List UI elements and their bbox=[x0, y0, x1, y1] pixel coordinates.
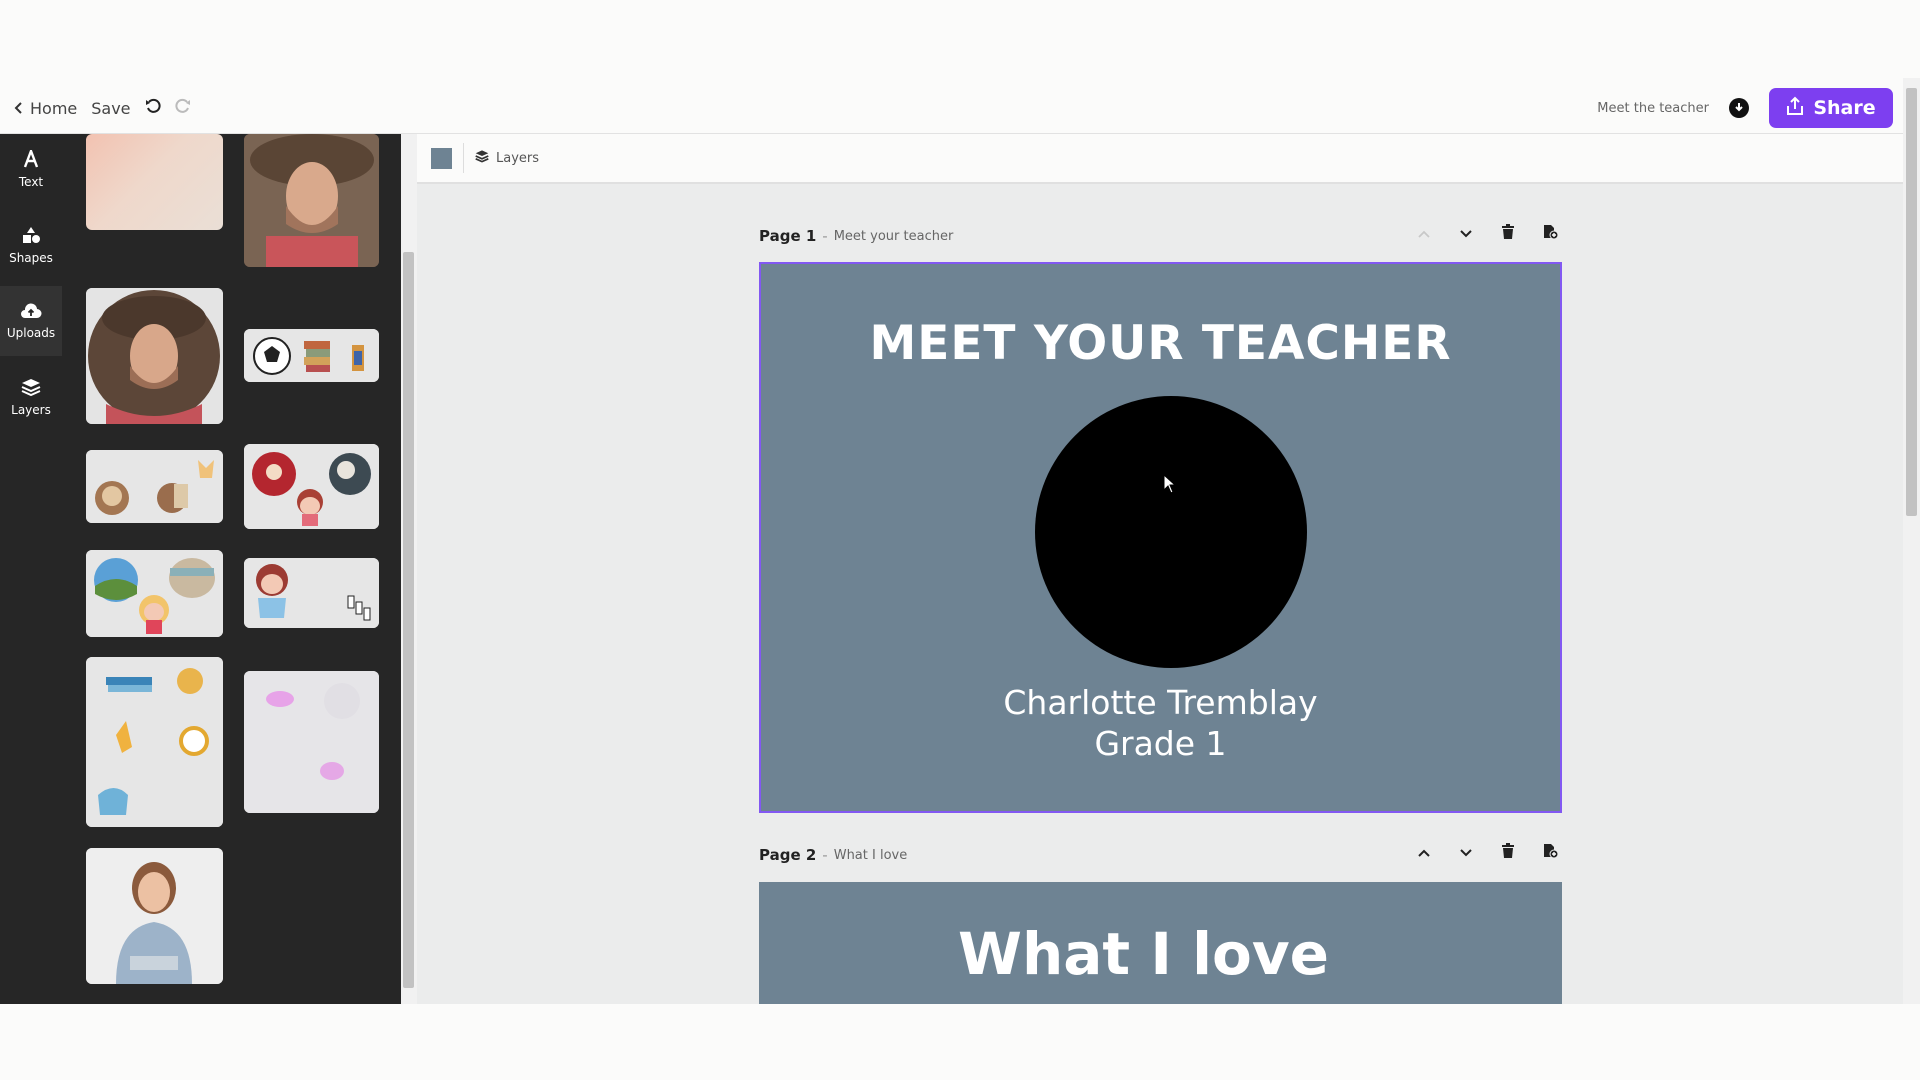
duplicate-page-button[interactable] bbox=[1541, 843, 1559, 861]
move-down-button[interactable] bbox=[1457, 224, 1475, 242]
page-title[interactable]: MEET YOUR TEACHER bbox=[761, 316, 1560, 371]
rail-label: Layers bbox=[11, 402, 51, 417]
top-toolbar: Home Save Meet the teacher Share bbox=[0, 82, 1920, 134]
background-color-swatch[interactable] bbox=[431, 147, 452, 169]
move-up-button[interactable] bbox=[1415, 224, 1433, 242]
page-1-canvas[interactable]: MEET YOUR TEACHER Charlotte Tremblay Gra… bbox=[759, 262, 1562, 813]
page-number: Page 1 bbox=[759, 227, 817, 245]
page-subtitle[interactable]: What I love bbox=[834, 848, 908, 863]
share-button[interactable]: Share bbox=[1769, 88, 1893, 128]
download-icon bbox=[1733, 99, 1745, 118]
chevron-down-icon bbox=[1460, 843, 1472, 861]
delete-page-button[interactable] bbox=[1499, 842, 1517, 862]
man-with-hat-photo-thumbnail[interactable] bbox=[244, 134, 379, 267]
move-down-button[interactable] bbox=[1457, 843, 1475, 861]
trash-icon bbox=[1501, 842, 1515, 862]
page-1-header: Page 1 - Meet your teacher bbox=[759, 223, 1559, 248]
redo-icon bbox=[175, 98, 191, 118]
trash-icon bbox=[1501, 223, 1515, 243]
layers-label: Layers bbox=[496, 150, 540, 166]
uploads-panel bbox=[66, 134, 401, 1004]
rail-item-text[interactable]: Text bbox=[0, 134, 62, 204]
home-button[interactable]: Home bbox=[14, 99, 77, 118]
delete-page-button[interactable] bbox=[1499, 223, 1517, 243]
page-number: Page 2 bbox=[759, 846, 817, 864]
separator: - bbox=[822, 227, 828, 245]
rail-item-layers[interactable]: Layers bbox=[0, 362, 62, 432]
page-2-canvas[interactable]: What I love bbox=[759, 882, 1562, 1004]
chevron-left-icon bbox=[14, 99, 24, 118]
redo-button[interactable] bbox=[175, 98, 191, 118]
landscape-stickers-thumbnail[interactable] bbox=[86, 550, 223, 637]
editor-scrollbar-thumb[interactable] bbox=[1906, 88, 1917, 516]
toolbar-right: Meet the teacher Share bbox=[1597, 82, 1893, 134]
circle-portrait-thumbnail[interactable] bbox=[86, 288, 223, 424]
toolbar-left: Home Save bbox=[14, 82, 191, 134]
mouse-cursor-icon bbox=[1163, 473, 1177, 498]
page-2-header: Page 2 - What I love bbox=[759, 842, 1559, 867]
chevron-down-icon bbox=[1460, 224, 1472, 242]
editor-scrollbar[interactable] bbox=[1903, 78, 1920, 1004]
page-subtitle[interactable]: Meet your teacher bbox=[834, 229, 954, 244]
text-icon bbox=[23, 147, 39, 171]
share-label: Share bbox=[1813, 97, 1876, 119]
abstract-background-thumbnail[interactable] bbox=[86, 134, 223, 230]
chevron-up-icon bbox=[1418, 224, 1430, 242]
photo-placeholder-circle[interactable] bbox=[1035, 396, 1307, 668]
rail-label: Text bbox=[18, 174, 44, 189]
save-label: Save bbox=[91, 98, 131, 118]
rail-item-uploads[interactable]: Uploads bbox=[0, 286, 62, 356]
move-up-button[interactable] bbox=[1415, 843, 1433, 861]
layers-icon bbox=[475, 149, 489, 167]
rail-label: Uploads bbox=[6, 325, 56, 340]
page-1-controls bbox=[1415, 223, 1559, 243]
layers-icon bbox=[21, 378, 41, 399]
rail-label: Shapes bbox=[9, 250, 53, 265]
duplicate-page-icon bbox=[1543, 843, 1558, 862]
school-objects-thumbnail[interactable] bbox=[86, 657, 223, 827]
home-label: Home bbox=[30, 98, 78, 118]
undo-icon bbox=[145, 98, 161, 118]
teacher-name: Charlotte Tremblay bbox=[1003, 683, 1318, 722]
editor-subbar: Layers bbox=[417, 134, 1903, 184]
teacher-grade: Grade 1 bbox=[1094, 724, 1227, 763]
divider bbox=[463, 143, 464, 173]
woman-portrait-thumbnail[interactable] bbox=[86, 848, 223, 984]
school-stickers-thumbnail[interactable] bbox=[244, 329, 379, 382]
editor-area: Layers Page 1 - Meet your teacher MEET Y… bbox=[417, 134, 1903, 1004]
panel-scrollbar[interactable] bbox=[401, 134, 417, 1004]
tool-rail: Text Shapes Uploads Layers bbox=[0, 134, 66, 1004]
rail-item-shapes[interactable]: Shapes bbox=[0, 210, 62, 280]
save-button[interactable]: Save bbox=[91, 99, 130, 118]
panel-scrollbar-thumb[interactable] bbox=[403, 252, 414, 988]
duplicate-page-icon bbox=[1543, 224, 1558, 243]
kids-stickers-thumbnail[interactable] bbox=[244, 444, 379, 529]
undo-button[interactable] bbox=[145, 98, 161, 118]
shapes-icon bbox=[21, 226, 41, 247]
duplicate-page-button[interactable] bbox=[1541, 224, 1559, 242]
pink-splash-thumbnail[interactable] bbox=[244, 671, 379, 813]
layers-button[interactable]: Layers bbox=[475, 149, 539, 167]
chevron-up-icon bbox=[1418, 843, 1430, 861]
cloud-upload-icon bbox=[20, 302, 42, 322]
page-title[interactable]: What I love bbox=[725, 920, 1562, 988]
pets-stickers-thumbnail[interactable] bbox=[86, 450, 223, 523]
page-2-controls bbox=[1415, 842, 1559, 862]
share-icon bbox=[1786, 96, 1804, 121]
teacher-name-textbox[interactable]: Charlotte Tremblay Grade 1 bbox=[761, 682, 1560, 764]
download-button[interactable] bbox=[1729, 98, 1749, 118]
document-name[interactable]: Meet the teacher bbox=[1597, 101, 1709, 116]
girl-dominoes-thumbnail[interactable] bbox=[244, 558, 379, 628]
separator: - bbox=[822, 846, 828, 864]
